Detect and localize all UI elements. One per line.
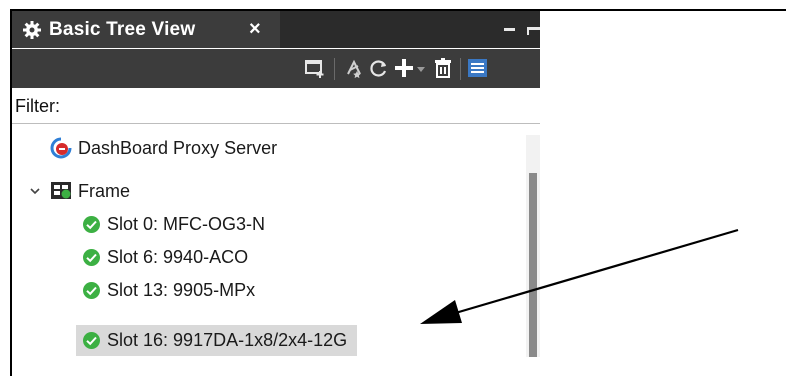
filter-label: Filter: [15, 96, 60, 116]
close-tab-button[interactable]: × [249, 18, 261, 41]
tree-node-label: Slot 0: MFC-OG3-N [107, 213, 266, 234]
toolbar-separator [460, 58, 461, 80]
status-ok-icon [83, 281, 100, 299]
tab-strip: Basic Tree View × [12, 11, 540, 48]
tree-node-slot-6[interactable]: Slot 6: 9940-ACO [82, 242, 248, 272]
delete-icon[interactable] [432, 57, 454, 79]
basic-tree-view-panel: Basic Tree View × Filter: DashBoard Prox… [12, 11, 540, 357]
toolbar-separator [334, 58, 335, 80]
filter-star-icon[interactable] [343, 57, 365, 79]
tree-node-frame[interactable]: Frame [50, 176, 130, 206]
tree-view: DashBoard Proxy Server Frame Slot 0: MFC… [12, 124, 540, 357]
status-ok-icon [83, 248, 100, 266]
tree-node-label: Slot 6: 9940-ACO [107, 246, 249, 267]
tree-node-slot-0[interactable]: Slot 0: MFC-OG3-N [82, 209, 265, 239]
proxy-server-icon [50, 137, 72, 159]
frame-icon [51, 182, 71, 199]
dropdown-caret-icon[interactable] [415, 57, 427, 79]
refresh-icon[interactable] [368, 57, 390, 79]
tab-basic-tree-view[interactable]: Basic Tree View × [12, 11, 280, 48]
filter-row: Filter: [12, 88, 540, 124]
filter-input[interactable] [82, 92, 540, 120]
tree-node-label: Slot 13: 9905-MPx [107, 279, 256, 300]
gear-icon [23, 21, 41, 39]
status-ok-icon [83, 332, 100, 349]
chevron-down-icon[interactable] [28, 184, 42, 198]
tree-node-proxy-server[interactable]: DashBoard Proxy Server [50, 133, 277, 163]
list-view-icon[interactable] [467, 57, 487, 79]
tab-title: Basic Tree View [49, 19, 196, 40]
add-icon[interactable] [393, 57, 415, 79]
toolbar [12, 49, 540, 88]
status-ok-icon [83, 215, 100, 233]
tree-node-slot-13[interactable]: Slot 13: 9905-MPx [82, 275, 255, 305]
minimize-icon[interactable] [504, 28, 515, 31]
tree-node-slot-16[interactable]: Slot 16: 9917DA-1x8/2x4-12G [76, 325, 358, 356]
tree-node-label: Frame [78, 180, 131, 201]
tree-node-label: Slot 16: 9917DA-1x8/2x4-12G [107, 330, 348, 350]
tree-node-label: DashBoard Proxy Server [78, 137, 278, 158]
new-window-icon[interactable] [304, 57, 326, 79]
vertical-scrollbar[interactable] [526, 135, 540, 357]
scrollbar-thumb[interactable] [529, 173, 537, 357]
maximize-icon[interactable] [527, 27, 540, 35]
